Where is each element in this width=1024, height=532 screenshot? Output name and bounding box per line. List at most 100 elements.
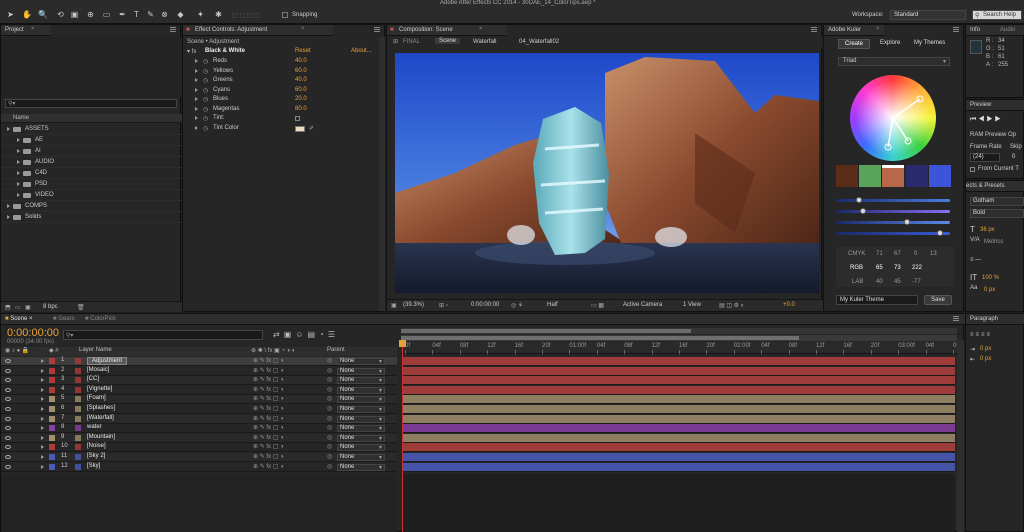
layer-label-color[interactable] <box>49 367 55 374</box>
camera-select[interactable]: Active Camera <box>623 302 662 308</box>
paragraph-tab[interactable]: Paragraph <box>966 314 1024 325</box>
composition-tab[interactable]: ■ Composition: Scene × <box>387 25 507 36</box>
mode-lab[interactable]: LAB <box>852 279 863 285</box>
parent-select[interactable]: None ▾ <box>337 425 385 433</box>
kuler-rule-select[interactable]: Triad ▾ <box>838 57 950 66</box>
visibility-eye-icon[interactable] <box>5 464 11 469</box>
disclosure-triangle-icon[interactable] <box>41 378 44 384</box>
kuler-tab-my-themes[interactable]: My Themes <box>914 40 945 46</box>
disclosure-triangle-icon[interactable] <box>195 68 198 75</box>
layer-label-color[interactable] <box>49 454 55 460</box>
parent-select[interactable]: None ▾ <box>337 367 385 375</box>
workspace-select[interactable]: Standard <box>890 10 966 20</box>
mode-cmyk[interactable]: CMYK <box>848 251 865 257</box>
comp-flowchart-icon[interactable]: ⊞ <box>393 38 398 45</box>
breadcrumb-final[interactable]: FINAL <box>403 39 420 45</box>
pen-tool-icon[interactable]: ✒ <box>118 10 127 19</box>
panel-menu-icon[interactable] <box>953 27 959 32</box>
layer-label-color[interactable] <box>49 463 55 470</box>
kuler-slider[interactable] <box>836 208 950 214</box>
layer-label-color[interactable] <box>49 415 55 422</box>
project-item[interactable]: Solids <box>1 213 182 223</box>
space-before-value[interactable]: 0 px <box>980 356 991 362</box>
disclosure-triangle-icon[interactable] <box>41 397 44 403</box>
layer-duration-bar[interactable] <box>403 424 955 434</box>
comp-viewer[interactable] <box>395 53 819 293</box>
project-item[interactable]: AI <box>1 147 182 157</box>
layer-switches-icons[interactable]: ⊕ ✎ fx ▢ ◑ <box>253 443 284 450</box>
disclosure-triangle-icon[interactable] <box>41 416 44 423</box>
view-select[interactable]: 1 View <box>683 302 701 308</box>
effect-param-value[interactable]: 20.0 <box>295 96 307 102</box>
disclosure-triangle-icon[interactable] <box>41 435 44 442</box>
layer-name[interactable]: Adjustment <box>87 357 128 365</box>
layer-name[interactable]: [Mosaic] <box>87 367 109 373</box>
parent-pickwhip-icon[interactable]: ◎ <box>327 367 332 374</box>
layer-label-color[interactable] <box>49 406 55 412</box>
parent-pickwhip-icon[interactable]: ◎ <box>327 386 332 393</box>
lab-b[interactable]: -77 <box>912 279 921 285</box>
disclosure-triangle-icon[interactable] <box>41 464 44 471</box>
baseline-value[interactable]: 0 px <box>984 287 995 293</box>
roto-tool-icon[interactable]: ✦ <box>196 10 205 19</box>
kuler-tab-create[interactable]: Create <box>838 39 871 49</box>
zoom-select[interactable]: (39.3%) <box>403 302 424 308</box>
new-comp-icon[interactable]: ▣ <box>25 304 31 311</box>
parent-pickwhip-icon[interactable]: ◎ <box>327 443 332 450</box>
rgb-g[interactable]: 73 <box>894 265 901 271</box>
layer-row[interactable]: 5 [Foam] ⊕ ✎ fx ▢ ◑ ◎ None ▾ <box>1 395 397 405</box>
layer-name[interactable]: [Noise] <box>87 443 106 449</box>
layer-name[interactable]: [Foam] <box>87 395 106 401</box>
layer-search-input[interactable]: ⚲▾ <box>63 330 263 340</box>
view-options-icon[interactable]: ▤ ◫ ⚙ ◐ <box>719 302 744 309</box>
exposure-value[interactable]: +0.0 <box>783 302 795 308</box>
layer-duration-bar[interactable] <box>403 453 955 462</box>
layer-duration-bar[interactable] <box>403 433 955 443</box>
pan-behind-tool-icon[interactable]: ⊕ <box>86 10 95 19</box>
effects-presets-tab[interactable]: ects & Presets <box>966 181 1024 192</box>
first-frame-icon[interactable]: ⏮ <box>970 116 976 123</box>
layer-name[interactable]: [Waterfall] <box>87 415 114 421</box>
parent-pickwhip-icon[interactable]: ◎ <box>327 415 332 422</box>
skip-value[interactable]: 0 <box>1012 154 1015 160</box>
font-select[interactable]: Gotham <box>970 197 1024 206</box>
kuler-slider-knob[interactable] <box>855 197 862 203</box>
layer-row[interactable]: 10 [Noise] ⊕ ✎ fx ▢ ◑ ◎ None ▾ <box>1 443 397 453</box>
kuler-slider-knob[interactable] <box>937 230 944 236</box>
layer-row[interactable]: 2 [Mosaic] ⊕ ✎ fx ▢ ◑ ◎ None ▾ <box>1 366 397 376</box>
layer-name[interactable]: [Sky] <box>87 463 100 469</box>
playhead-handle[interactable] <box>399 340 406 347</box>
project-search-input[interactable]: ⚲▾ <box>5 99 177 108</box>
zoom-tool-icon[interactable]: 🔍 <box>38 10 48 19</box>
snapping-checkbox[interactable] <box>282 12 288 18</box>
comp-mini-flowchart-icon[interactable]: ⇄ <box>273 330 284 339</box>
disclosure-triangle-icon[interactable] <box>17 193 20 199</box>
kuler-slider[interactable] <box>836 230 950 236</box>
cmyk-m[interactable]: 67 <box>894 251 901 257</box>
stopwatch-icon[interactable]: ◷ <box>203 68 208 75</box>
project-item[interactable]: AUDIO <box>1 158 182 168</box>
stopwatch-icon[interactable]: ◷ <box>203 125 208 132</box>
layer-label-color[interactable] <box>49 434 55 441</box>
lock-icon[interactable]: ■ <box>186 27 190 33</box>
time-ruler[interactable]: 0f 04f 08f 12f 16f 20f 01:00f 04f 08f 12f 16f 20f 02… <box>401 342 961 354</box>
effect-param-value[interactable]: 60.0 <box>295 68 307 74</box>
parent-pickwhip-icon[interactable]: ◎ <box>327 376 332 383</box>
layer-row[interactable]: 3 [CC] ⊕ ✎ fx ▢ ◑ ◎ None ▾ <box>1 376 397 386</box>
layer-switches-icons[interactable]: ⊕ ✎ fx ▢ ◑ <box>253 367 284 374</box>
disclosure-triangle-icon[interactable] <box>41 426 44 432</box>
timeline-scrollbar[interactable] <box>957 340 964 532</box>
cmyk-y[interactable]: 0 <box>914 251 917 257</box>
comp-timecode[interactable]: 0:00:00:00 <box>471 302 499 308</box>
layer-switches-icons[interactable]: ⊕ ✎ fx ▢ ◑ <box>253 434 284 441</box>
parent-pickwhip-icon[interactable]: ◎ <box>327 357 332 364</box>
kuler-slider-knob[interactable] <box>904 219 911 225</box>
project-item[interactable]: ASSETS <box>1 125 182 135</box>
visibility-eye-icon[interactable] <box>5 445 11 450</box>
parent-select[interactable]: None ▾ <box>337 434 385 442</box>
effect-param-value[interactable]: 40.0 <box>295 77 307 83</box>
layer-duration-bar[interactable] <box>403 366 955 376</box>
tab-gears[interactable]: ■ Gears <box>53 316 75 322</box>
font-size-value[interactable]: 36 px <box>980 227 995 233</box>
disclosure-triangle-icon[interactable] <box>7 215 10 221</box>
